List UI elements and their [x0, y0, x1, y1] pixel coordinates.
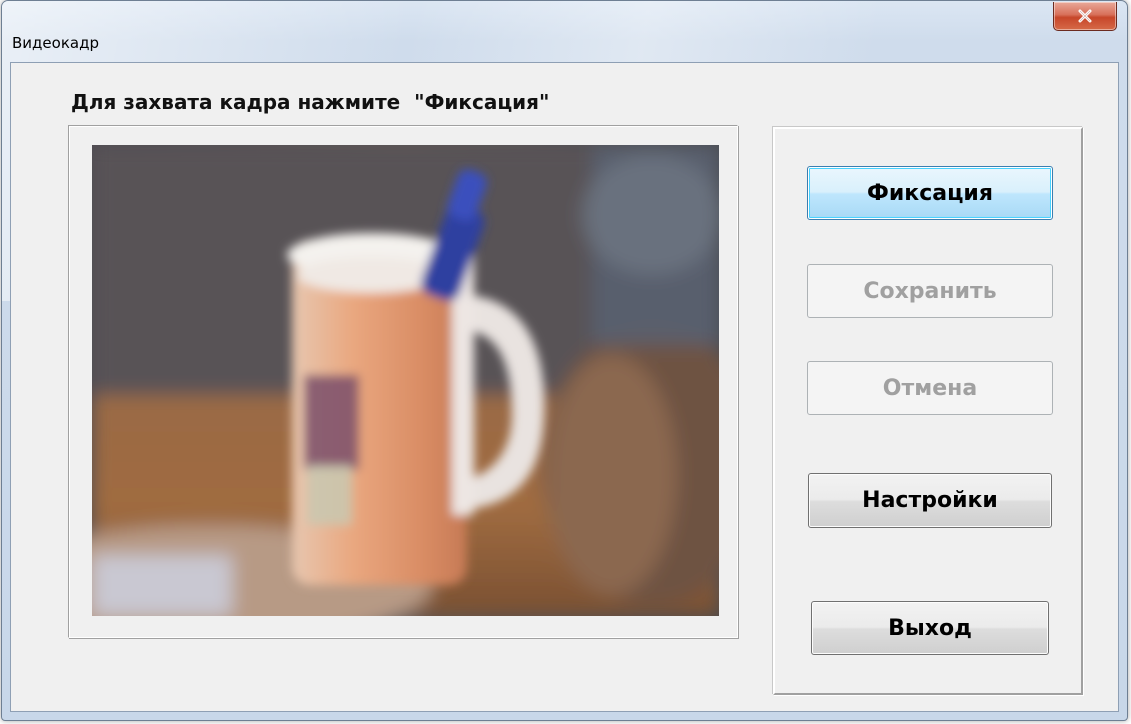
capture-button-label: Фиксация: [867, 180, 993, 206]
video-preview-group: [68, 125, 738, 638]
dialog-window: Видеокадр Для захвата кадра нажмите "Фик…: [1, 0, 1128, 721]
dialog-client-area: Для захвата кадра нажмите "Фиксация" Фик…: [10, 62, 1119, 712]
exit-button[interactable]: Выход: [811, 601, 1049, 655]
camera-frame-image: [92, 145, 719, 616]
title-bar[interactable]: Видеокадр: [2, 1, 1127, 53]
close-icon: [1078, 9, 1092, 23]
cancel-button-label: Отмена: [882, 375, 978, 401]
settings-button-label: Настройки: [862, 488, 998, 513]
instruction-label: Для захвата кадра нажмите "Фиксация": [71, 90, 550, 114]
cancel-button[interactable]: Отмена: [807, 361, 1053, 415]
video-preview: [92, 145, 719, 616]
settings-button[interactable]: Настройки: [808, 473, 1052, 528]
save-button-label: Сохранить: [863, 278, 997, 304]
window-title: Видеокадр: [12, 34, 99, 52]
save-button[interactable]: Сохранить: [807, 264, 1053, 318]
button-panel: Фиксация Сохранить Отмена Настройки Выхо…: [773, 127, 1083, 695]
close-button[interactable]: [1053, 2, 1117, 31]
exit-button-label: Выход: [888, 615, 972, 641]
capture-button[interactable]: Фиксация: [807, 166, 1053, 220]
